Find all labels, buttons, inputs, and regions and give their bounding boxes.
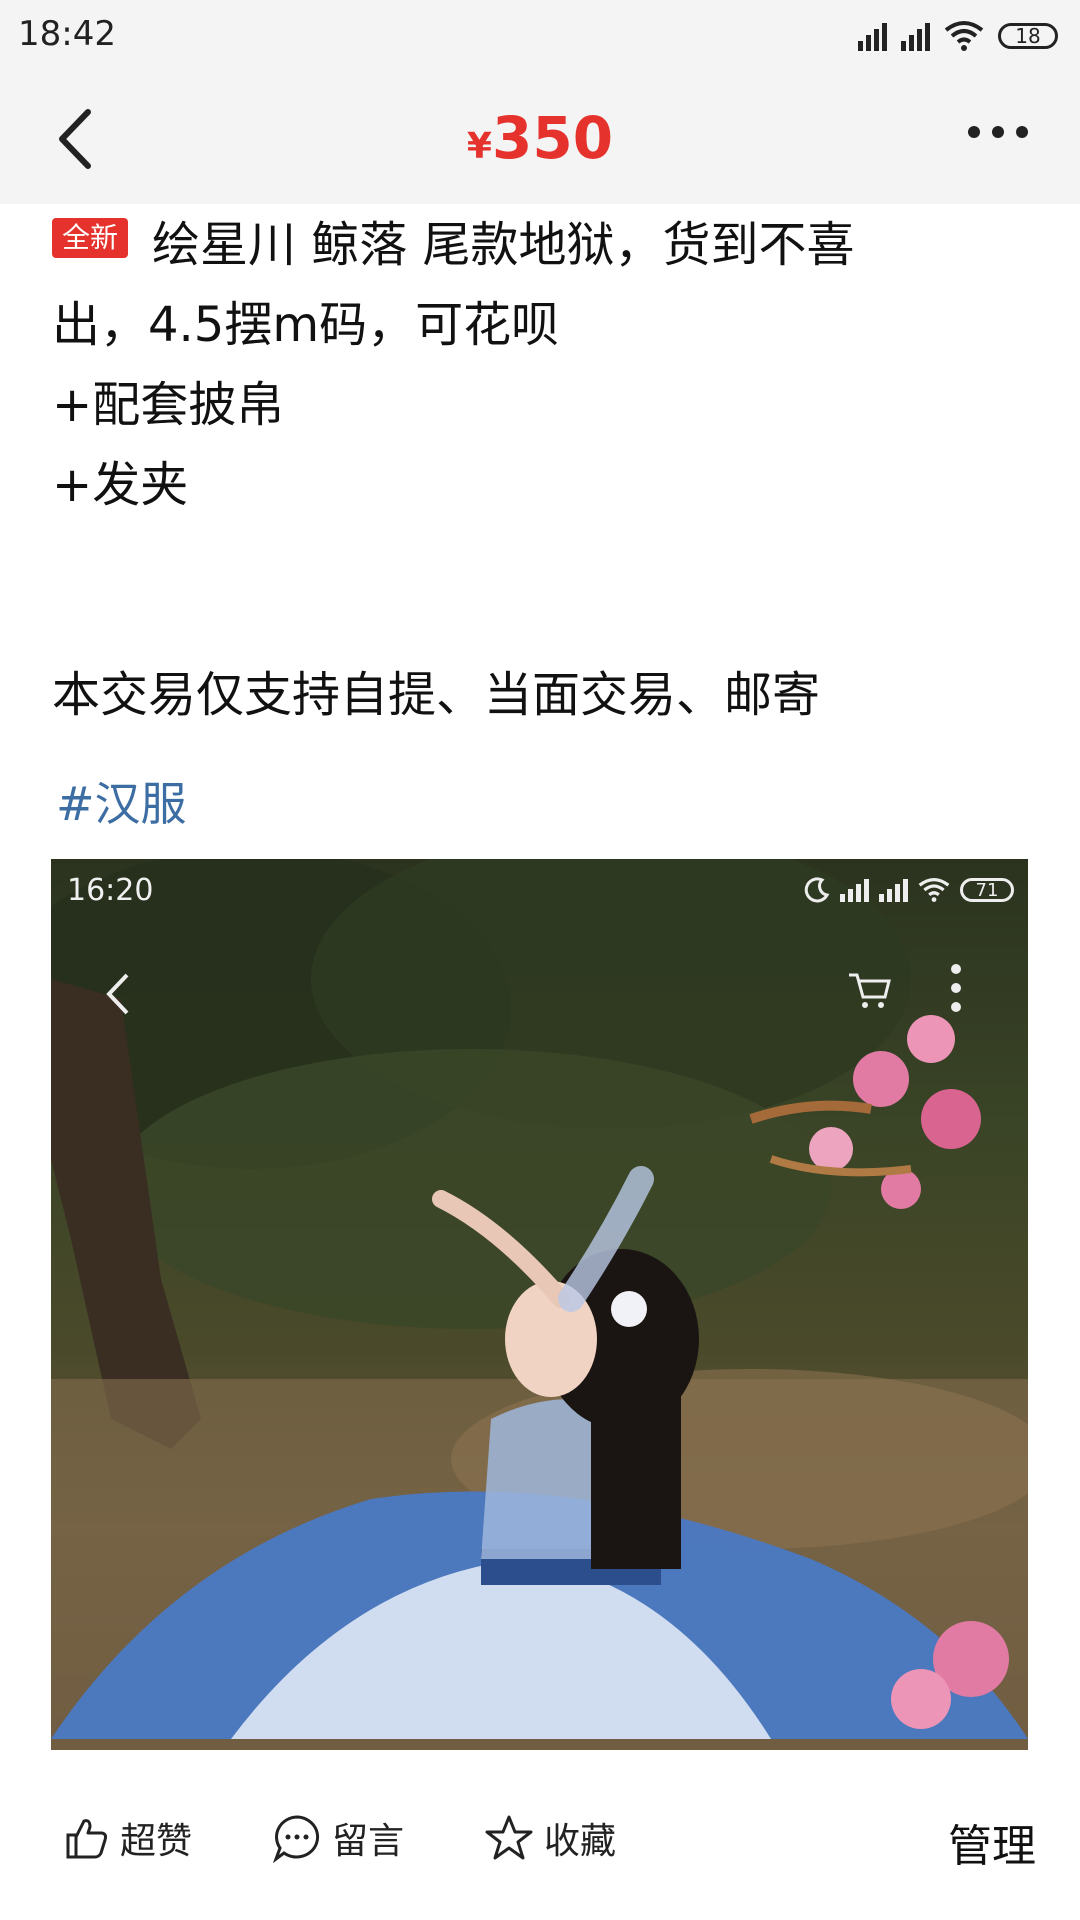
description-line-4: +发夹 <box>52 457 189 513</box>
description-text-1: 绘星川 鲸落 尾款地狱，货到不喜 <box>152 217 855 273</box>
comment-label: 留言 <box>332 1821 405 1862</box>
top-nav: ¥350 <box>0 74 1080 204</box>
battery-level: 18 <box>1015 24 1041 48</box>
topic-tag[interactable]: #汉服 <box>56 768 187 834</box>
photo-more-icon <box>951 964 961 1012</box>
description-line-1: 全新 绘星川 鲸落 尾款地狱，货到不喜 <box>52 205 1042 285</box>
battery-icon: 18 <box>998 23 1058 49</box>
price-currency: ¥ <box>466 126 492 167</box>
signal-icon <box>858 21 887 51</box>
wifi-icon <box>944 21 984 51</box>
moon-icon <box>804 877 830 903</box>
description-line-2: 出，4.5摆m码，可花呗 <box>52 297 560 353</box>
manage-button[interactable]: 管理 <box>948 1810 1036 1874</box>
new-badge: 全新 <box>52 218 129 258</box>
photo-wifi-icon <box>918 878 950 902</box>
photo-back-icon <box>106 973 129 1015</box>
price: ¥350 <box>0 104 1080 172</box>
signal-icon-2 <box>901 21 930 51</box>
bottom-action-bar: 超赞 留言 收藏 管理 <box>0 1750 1080 1920</box>
photo-status-icons: 71 <box>804 877 1014 903</box>
favorite-button[interactable]: 收藏 <box>484 1812 616 1864</box>
trade-notice: 本交易仅支持自提、当面交易、邮寄 <box>52 667 821 723</box>
photo-battery-icon: 71 <box>960 878 1014 902</box>
photo-signal-icon <box>840 878 869 902</box>
status-time: 18:42 <box>18 14 116 54</box>
photo-cart-icon <box>849 973 891 1008</box>
listing-description: 全新 绘星川 鲸落 尾款地狱，货到不喜 出，4.5摆m码，可花呗 +配套披帛 +发… <box>52 205 1042 525</box>
star-icon <box>485 1815 533 1860</box>
status-bar: 18:42 18 <box>0 0 1080 74</box>
like-label: 超赞 <box>120 1821 193 1862</box>
thumbs-up-icon <box>66 1819 108 1859</box>
like-button[interactable]: 超赞 <box>64 1812 192 1864</box>
description-line-3: +配套披帛 <box>52 377 285 433</box>
status-icons: 18 <box>858 18 1058 54</box>
listing-photo[interactable]: 16:20 71 <box>51 859 1028 1750</box>
comment-icon <box>272 1815 320 1863</box>
photo-battery-level: 71 <box>975 879 999 901</box>
photo-status-time: 16:20 <box>67 873 154 908</box>
favorite-label: 收藏 <box>544 1821 617 1862</box>
comment-button[interactable]: 留言 <box>272 1812 404 1864</box>
more-icon[interactable] <box>968 126 1028 138</box>
price-value: 350 <box>491 104 614 172</box>
photo-signal-icon-2 <box>879 878 908 902</box>
